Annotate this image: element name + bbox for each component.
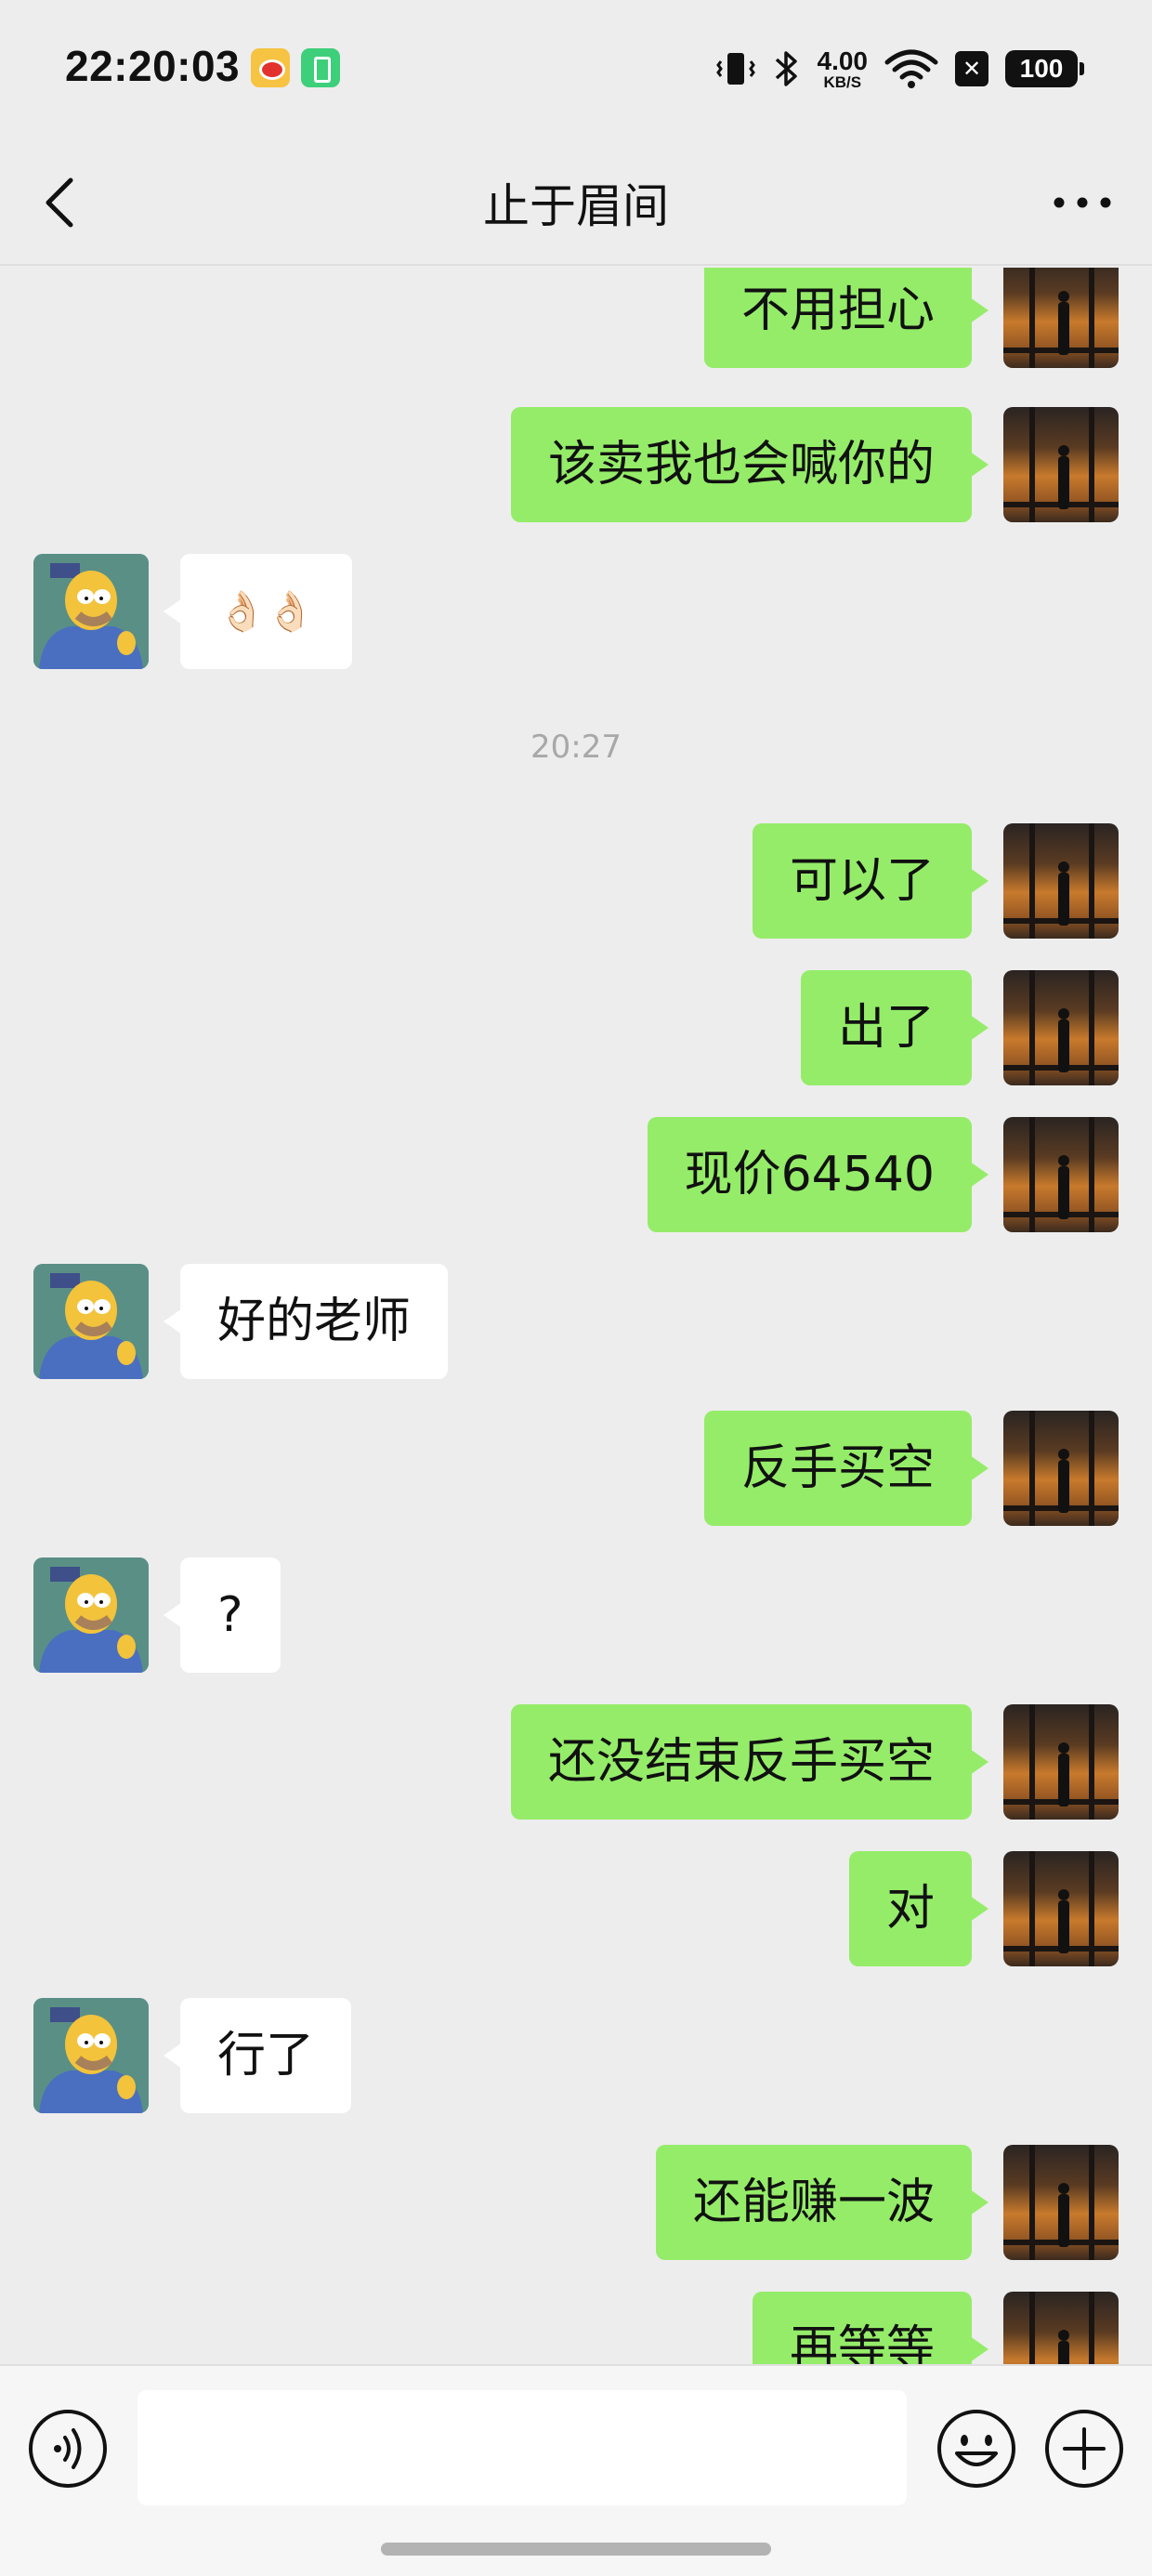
message-bubble[interactable]: 不用担心 bbox=[703, 268, 989, 368]
wifi-icon bbox=[884, 49, 938, 88]
more-dots-icon bbox=[1054, 197, 1111, 208]
weibo-app-icon bbox=[251, 48, 290, 87]
chat-header: 止于眉间 bbox=[0, 138, 1152, 266]
message-row: 好的老师 bbox=[0, 1264, 1152, 1379]
avatar[interactable] bbox=[1003, 970, 1119, 1085]
avatar[interactable] bbox=[33, 1557, 149, 1673]
emoji-icon bbox=[937, 2410, 1015, 2488]
message-row: 该卖我也会喊你的 bbox=[0, 407, 1152, 522]
input-bar bbox=[0, 2364, 1152, 2576]
message-bubble[interactable]: 现价64540 bbox=[647, 1117, 989, 1232]
message-input[interactable] bbox=[137, 2390, 907, 2505]
status-bar: 22:20:03 4.00 KB/S ✕ 100 bbox=[0, 0, 1152, 138]
status-time: 22:20:03 bbox=[65, 42, 241, 90]
message-row: 对 bbox=[0, 1851, 1152, 1966]
time-divider: 20:27 bbox=[530, 729, 622, 766]
avatar[interactable] bbox=[1003, 407, 1119, 522]
homer-avatar-art bbox=[33, 554, 149, 669]
message-bubble[interactable]: 还能赚一波 bbox=[655, 2145, 989, 2260]
message-row: 不用担心 bbox=[0, 268, 1152, 368]
battery-saver-icon bbox=[301, 48, 340, 87]
voice-input-icon bbox=[29, 2410, 107, 2488]
close-box-icon: ✕ bbox=[955, 51, 988, 86]
bluetooth-icon bbox=[775, 51, 797, 86]
avatar[interactable] bbox=[33, 1264, 149, 1379]
avatar[interactable] bbox=[33, 554, 149, 669]
message-bubble[interactable]: 该卖我也会喊你的 bbox=[510, 407, 989, 522]
message-row: 反手买空 bbox=[0, 1411, 1152, 1526]
message-row: 行了 bbox=[0, 1998, 1152, 2113]
avatar[interactable] bbox=[1003, 1851, 1119, 1966]
message-row: 还没结束反手买空 bbox=[0, 1704, 1152, 1820]
avatar[interactable] bbox=[1003, 823, 1119, 939]
avatar[interactable] bbox=[1003, 2145, 1119, 2260]
message-bubble[interactable]: 可以了 bbox=[752, 823, 989, 939]
message-bubble[interactable]: 👌🏻👌🏻 bbox=[164, 554, 352, 669]
page-title: 止于眉间 bbox=[483, 179, 669, 233]
avatar[interactable] bbox=[33, 1998, 149, 2113]
message-row: 还能赚一波 bbox=[0, 2145, 1152, 2260]
chat-message-list[interactable]: 不用担心 该卖我也会喊你的 👌🏻👌🏻 20:27 可以了 出了 现价64540 … bbox=[0, 268, 1152, 2364]
avatar[interactable] bbox=[1003, 2292, 1119, 2364]
home-indicator[interactable] bbox=[381, 2543, 771, 2556]
plus-icon bbox=[1045, 2410, 1123, 2488]
message-bubble[interactable]: 反手买空 bbox=[703, 1411, 989, 1526]
message-row: 现价64540 bbox=[0, 1117, 1152, 1232]
battery-indicator: 100 bbox=[1005, 50, 1084, 87]
message-bubble[interactable]: 好的老师 bbox=[163, 1264, 449, 1379]
status-right-group: 4.00 KB/S ✕ 100 bbox=[715, 43, 1084, 95]
message-bubble[interactable]: ? bbox=[164, 1557, 281, 1673]
voice-input-button[interactable] bbox=[26, 2407, 110, 2491]
avatar[interactable] bbox=[1003, 1704, 1119, 1820]
network-speed: 4.00 KB/S bbox=[817, 46, 869, 91]
homer-avatar-art bbox=[33, 1998, 149, 2113]
vibrate-icon bbox=[715, 53, 755, 85]
avatar[interactable] bbox=[1003, 268, 1119, 368]
avatar[interactable] bbox=[1003, 1117, 1119, 1232]
more-button[interactable] bbox=[1041, 165, 1124, 240]
message-row: 可以了 bbox=[0, 823, 1152, 939]
more-functions-button[interactable] bbox=[1042, 2407, 1126, 2491]
message-bubble[interactable]: 行了 bbox=[163, 1998, 352, 2113]
emoji-button[interactable] bbox=[935, 2407, 1018, 2491]
avatar[interactable] bbox=[1003, 1411, 1119, 1526]
message-row: 出了 bbox=[0, 970, 1152, 1085]
homer-avatar-art bbox=[33, 1264, 149, 1379]
message-bubble[interactable]: 出了 bbox=[800, 970, 989, 1085]
message-row: 👌🏻👌🏻 bbox=[0, 554, 1152, 669]
message-bubble[interactable]: 再等等 bbox=[752, 2292, 989, 2364]
message-bubble[interactable]: 还没结束反手买空 bbox=[510, 1704, 989, 1820]
message-row: 再等等 bbox=[0, 2292, 1152, 2364]
homer-avatar-art bbox=[33, 1557, 149, 1673]
message-bubble[interactable]: 对 bbox=[848, 1851, 989, 1966]
message-row: ? bbox=[0, 1557, 1152, 1673]
